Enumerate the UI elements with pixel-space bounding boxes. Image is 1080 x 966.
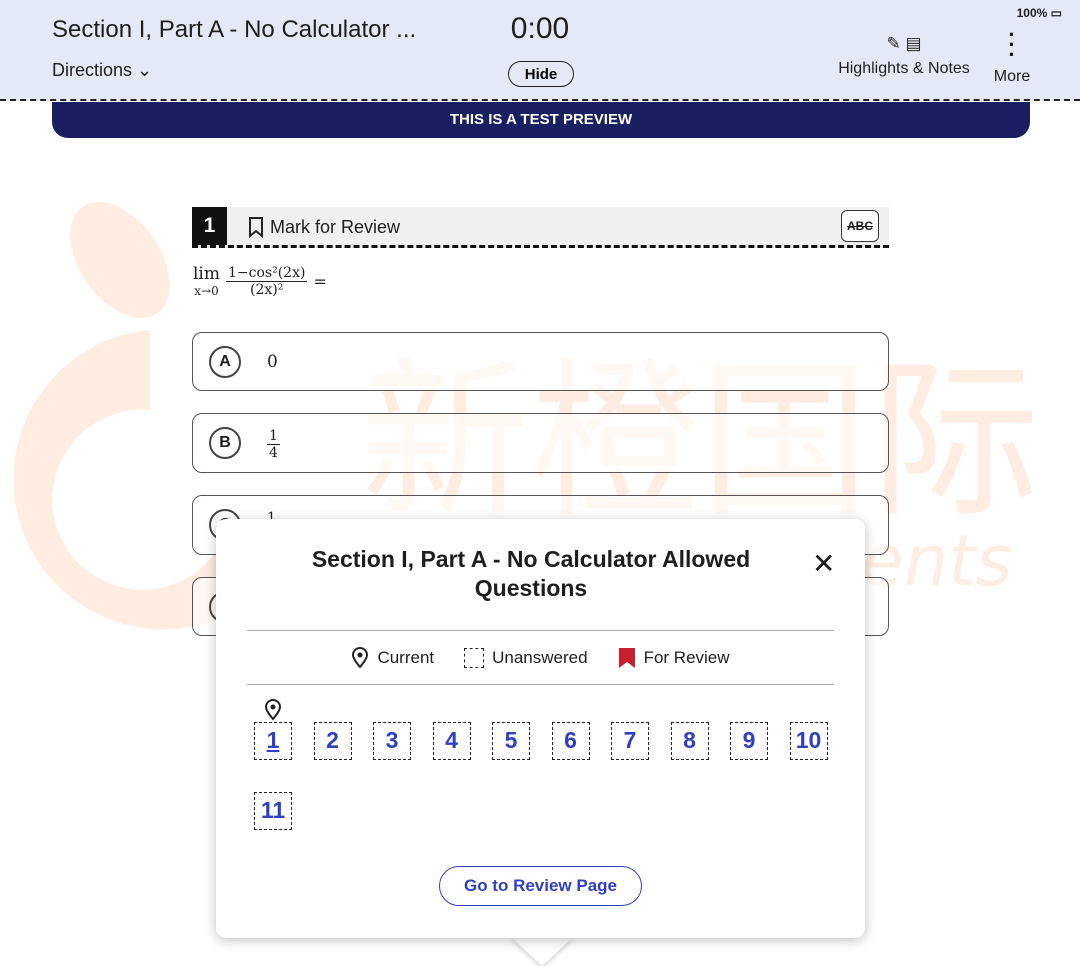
more-label: More	[993, 68, 1031, 85]
unanswered-box-icon	[464, 648, 485, 668]
choice-value: 0	[267, 351, 278, 372]
review-flag-icon	[618, 648, 635, 668]
top-toolbar: Section I, Part A - No Calculator ... Di…	[0, 0, 1080, 101]
question-stem: lim x→0 1−cos²(2x) (2x)² =	[193, 264, 327, 298]
divider	[247, 630, 834, 631]
question-header: 1 Mark for Review ABC	[192, 207, 889, 248]
question-nav-5[interactable]: 5	[492, 722, 530, 760]
answer-eliminator-button[interactable]: ABC	[841, 210, 879, 242]
highlighter-notes-icon: ✎ ▤	[886, 34, 922, 53]
bookmark-icon	[249, 217, 263, 238]
question-nav-9[interactable]: 9	[730, 722, 768, 760]
popup-pointer	[510, 936, 574, 966]
chevron-down-icon: ⌄	[137, 60, 153, 80]
mark-label: Mark for Review	[270, 216, 401, 237]
highlights-notes-button[interactable]: ✎ ▤ Highlights & Notes	[836, 34, 972, 78]
question-navigator-popup: Section I, Part A - No Calculator Allowe…	[216, 519, 865, 938]
question-nav-10[interactable]: 10	[789, 722, 828, 760]
test-preview-banner: THIS IS A TEST PREVIEW	[52, 102, 1030, 138]
more-button[interactable]: · · · More	[990, 22, 1034, 86]
choice-value: 14	[267, 428, 280, 461]
highlights-label: Highlights & Notes	[838, 60, 970, 77]
question-nav-6[interactable]: 6	[551, 722, 590, 760]
choice-a[interactable]: A0	[192, 332, 889, 391]
question-number: 1	[192, 207, 227, 245]
more-vertical-icon: · · ·	[1008, 22, 1016, 67]
question-nav-8[interactable]: 8	[670, 722, 709, 760]
directions-dropdown[interactable]: Directions ⌄	[52, 60, 152, 81]
location-pin-icon	[352, 647, 369, 669]
legend: Current Unanswered For Review	[216, 647, 865, 669]
close-icon[interactable]: ✕	[812, 547, 835, 580]
question-nav-1[interactable]: 1	[254, 722, 292, 760]
divider	[247, 684, 834, 685]
hide-timer-button[interactable]: Hide	[508, 61, 574, 87]
question-nav-11[interactable]: 11	[254, 792, 292, 830]
go-to-review-page-button[interactable]: Go to Review Page	[439, 866, 642, 906]
mark-for-review-button[interactable]: Mark for Review	[248, 216, 400, 238]
question-nav-7[interactable]: 7	[611, 722, 649, 760]
directions-label: Directions	[52, 60, 133, 80]
battery-status: 100% ▭	[1016, 6, 1062, 20]
choice-b[interactable]: B 14	[192, 413, 889, 473]
question-nav-3[interactable]: 3	[373, 722, 411, 760]
choice-letter: B	[209, 427, 241, 459]
popup-title: Section I, Part A - No Calculator Allowe…	[311, 546, 751, 601]
choice-letter: A	[209, 345, 241, 378]
question-nav-2[interactable]: 2	[313, 722, 352, 760]
current-location-pin-icon	[264, 699, 282, 721]
question-nav-4[interactable]: 4	[432, 722, 471, 760]
